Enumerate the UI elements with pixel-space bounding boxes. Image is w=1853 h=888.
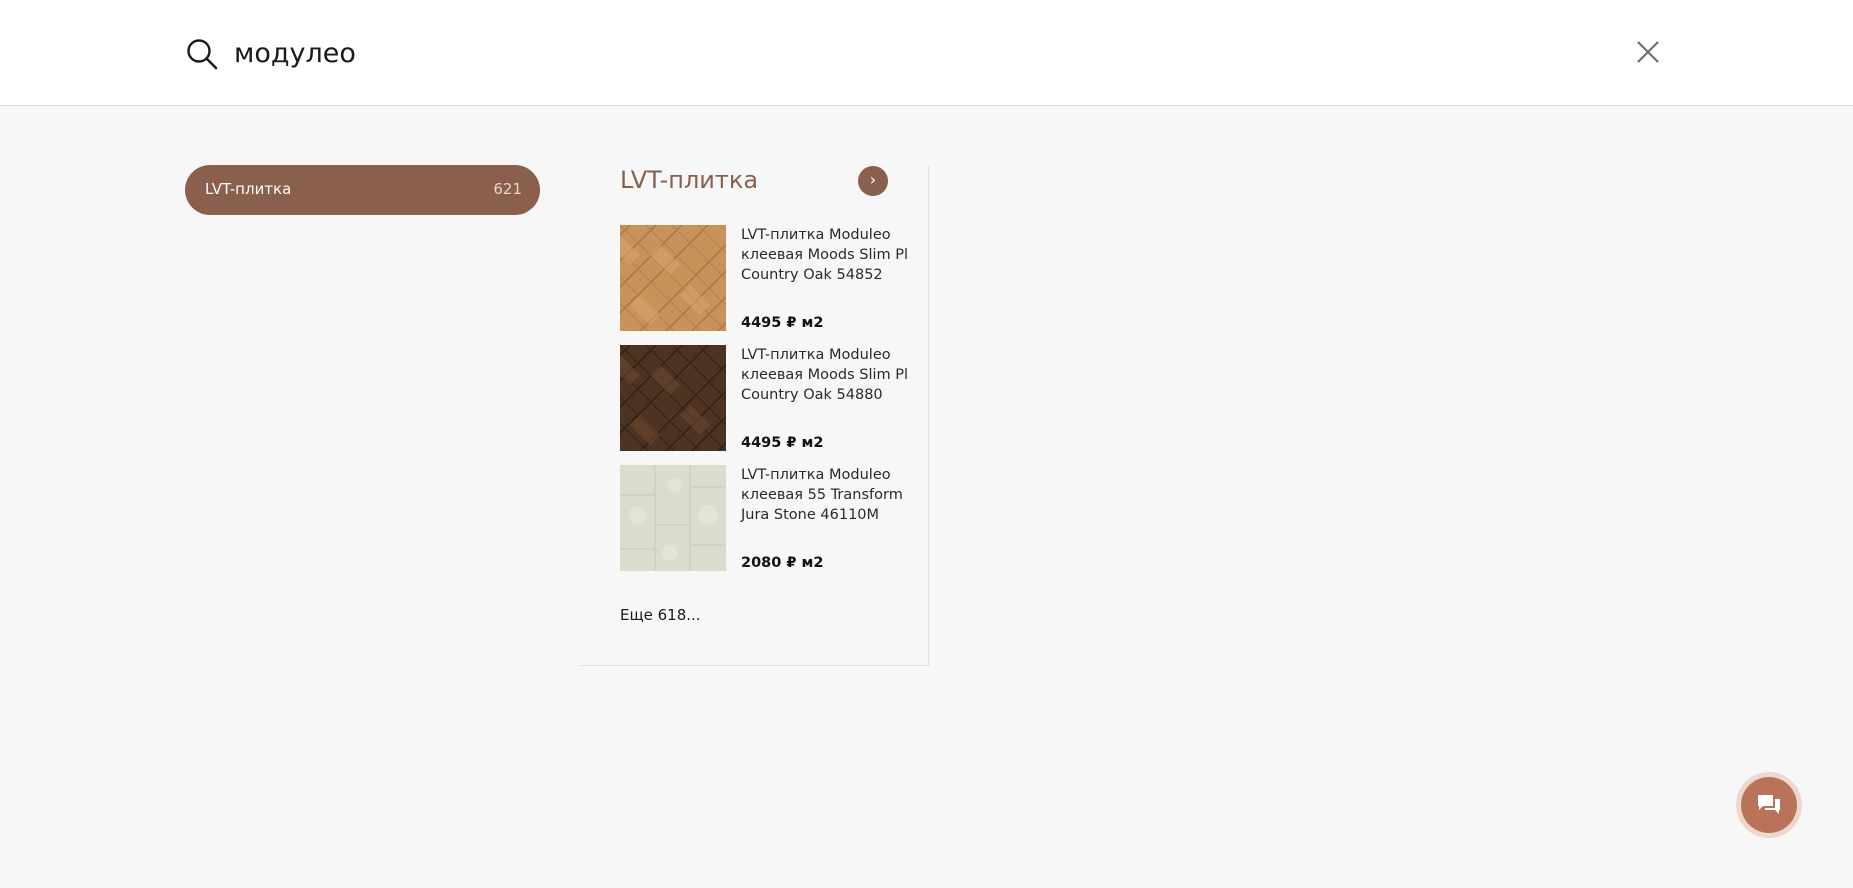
product-item[interactable]: LVT-плитка Moduleo клеевая 55 Transform … <box>620 465 910 571</box>
category-label: LVT-плитка <box>205 180 292 198</box>
product-price: 4495 ₽ м2 <box>741 315 824 331</box>
chat-button[interactable] <box>1736 772 1802 838</box>
search-input[interactable] <box>234 30 1534 76</box>
product-thumbnail[interactable] <box>620 225 726 331</box>
category-item-lvt[interactable]: LVT-плитка 621 <box>185 165 540 215</box>
category-count: 621 <box>493 180 522 198</box>
product-item[interactable]: LVT-плитка Moduleo клеевая Moods Slim Pl… <box>620 345 910 451</box>
chat-button-inner[interactable] <box>1741 777 1797 833</box>
product-name[interactable]: LVT-плитка Moduleo клеевая 55 Transform … <box>741 465 916 525</box>
search-header <box>0 0 1853 106</box>
product-thumbnail[interactable] <box>620 345 726 451</box>
product-item[interactable]: LVT-плитка Moduleo клеевая Moods Slim Pl… <box>620 225 910 331</box>
product-name[interactable]: LVT-плитка Moduleo клеевая Moods Slim Pl… <box>741 225 916 285</box>
product-price: 2080 ₽ м2 <box>741 555 824 571</box>
herringbone-dark-oak-image <box>620 345 726 451</box>
product-thumbnail[interactable] <box>620 465 726 571</box>
product-name[interactable]: LVT-плитка Moduleo клеевая Moods Slim Pl… <box>741 345 916 405</box>
chevron-right-icon[interactable]: › <box>858 166 888 196</box>
results-title[interactable]: LVT-плитка <box>620 166 758 194</box>
more-results-link[interactable]: Еще 618... <box>620 606 701 624</box>
chat-bubbles-icon <box>1758 795 1780 814</box>
stone-tile-image <box>620 465 726 571</box>
herringbone-light-oak-image <box>620 225 726 331</box>
product-price: 4495 ₽ м2 <box>741 435 824 451</box>
results-panel: LVT-плитка › LVT-плитка Moduleo клеевая … <box>580 166 929 666</box>
search-icon <box>187 39 218 70</box>
close-icon[interactable] <box>1636 40 1660 64</box>
